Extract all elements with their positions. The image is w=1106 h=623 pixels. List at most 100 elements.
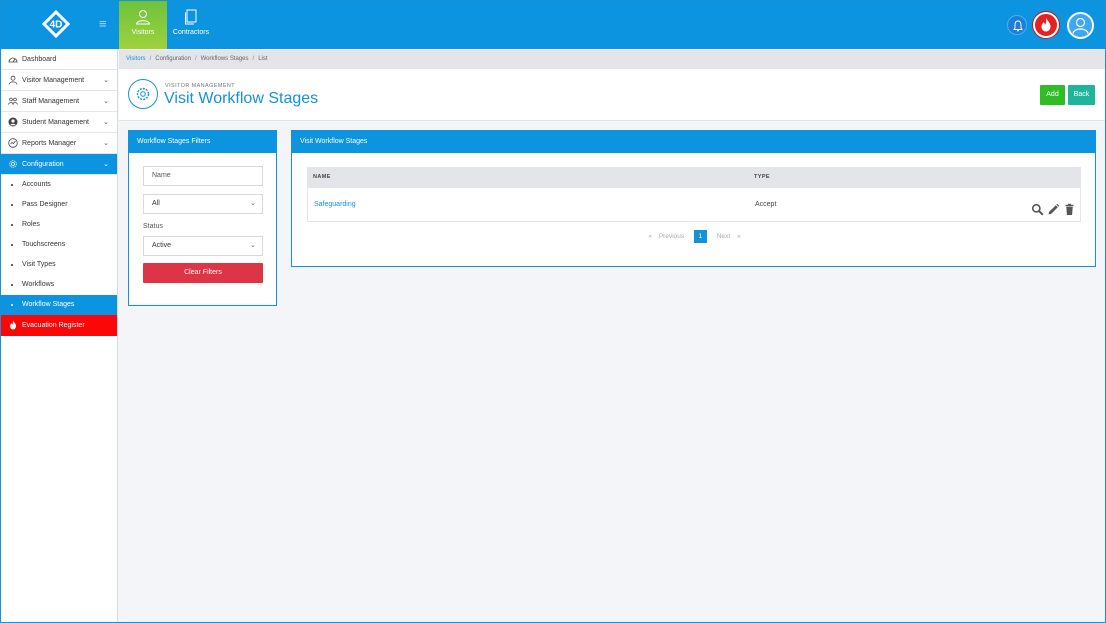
page-title: Visit Workflow Stages: [164, 90, 319, 107]
user-avatar[interactable]: [1067, 12, 1094, 39]
sidebar-item-evacuation-register[interactable]: Evacuation Register: [0, 315, 117, 336]
menu-icon[interactable]: ≡: [99, 17, 111, 30]
breadcrumb-separator: /: [149, 56, 152, 62]
pagination-next[interactable]: Next: [717, 233, 730, 240]
chevron-down-icon: ⌄: [250, 242, 256, 249]
chevron-down-icon: ⌄: [103, 98, 109, 105]
sidebar-item-student-management[interactable]: Student Management ⌄: [0, 112, 117, 133]
notifications-button[interactable]: [1007, 15, 1027, 35]
bullet-icon: [11, 224, 13, 226]
bullet-icon: [11, 304, 13, 306]
fire-icon: [10, 320, 16, 330]
sidebar-subitem-label: Pass Designer: [22, 201, 68, 208]
page-header: VISITOR MANAGEMENT Visit Workflow Stages…: [119, 69, 1105, 121]
workflow-stages-panel-title: Visit Workflow Stages: [292, 131, 1095, 153]
row-name-link[interactable]: Safeguarding: [314, 188, 356, 222]
sidebar-item-label: Dashboard: [22, 56, 57, 63]
breadcrumb-item: Workflows Stages: [200, 56, 249, 62]
back-button[interactable]: Back: [1068, 85, 1095, 105]
sidebar-subitem-workflow-stages[interactable]: Workflow Stages: [0, 295, 117, 315]
tab-label: Visitors: [131, 29, 155, 36]
sidebar-item-visitor-management[interactable]: Visitor Management ⌄: [0, 70, 117, 91]
table-row: Safeguarding Accept: [307, 188, 1081, 222]
pagination-next-glyph: »: [736, 233, 741, 240]
page-subtitle: VISITOR MANAGEMENT: [165, 83, 236, 89]
sidebar-subitem-accounts[interactable]: Accounts: [0, 175, 117, 195]
sidebar-item-label: Visitor Management: [22, 77, 85, 84]
column-header-name[interactable]: NAME: [313, 167, 331, 188]
fire-icon: [1041, 18, 1051, 32]
sidebar-item-staff-management[interactable]: Staff Management ⌄: [0, 91, 117, 112]
tab-label: Contractors: [172, 29, 210, 36]
top-bar: 4D ≡ Visitors Contractors: [0, 0, 1106, 49]
bell-icon: [1013, 20, 1023, 32]
chevron-down-icon: ⌄: [103, 140, 109, 147]
status-filter-select[interactable]: Active ⌄: [143, 236, 263, 256]
dashboard-icon: [8, 57, 18, 63]
chevron-down-icon: ⌄: [103, 119, 109, 126]
status-filter-label: Status: [143, 223, 163, 230]
documents-icon: [185, 9, 197, 25]
tab-visitors[interactable]: Visitors: [119, 0, 167, 49]
name-filter-input[interactable]: Name: [143, 166, 263, 186]
breadcrumb: Visitors / Configuration / Workflows Stages /…: [119, 50, 1105, 69]
sidebar-item-reports-manager[interactable]: Reports Manager ⌄: [0, 133, 117, 154]
name-filter-placeholder: Name: [152, 172, 171, 179]
logo-icon[interactable]: 4D: [40, 8, 72, 40]
page-icon: [128, 79, 158, 109]
filters-panel: Workflow Stages Filters Name All ⌄ Statu…: [128, 130, 277, 306]
breadcrumb-item: List: [258, 56, 268, 62]
logo-text: 4D: [50, 20, 63, 31]
sidebar: Dashboard Visitor Management ⌄ Staff Man…: [0, 49, 118, 623]
bullet-icon: [11, 184, 13, 186]
sidebar-subitem-touchscreens[interactable]: Touchscreens: [0, 235, 117, 255]
chevron-down-icon: ⌄: [103, 77, 109, 84]
sidebar-subitem-workflows[interactable]: Workflows: [0, 275, 117, 295]
edit-button[interactable]: [1047, 198, 1060, 215]
pencil-icon: [1048, 203, 1060, 215]
sidebar-subitem-label: Accounts: [22, 181, 51, 188]
student-icon: [8, 117, 18, 127]
group-icon: [8, 97, 18, 105]
workflow-stages-table: NAME TYPE Safeguarding Accept: [307, 167, 1081, 222]
sidebar-subitem-label: Workflows: [22, 281, 55, 288]
clear-filters-button[interactable]: Clear Filters: [143, 263, 263, 283]
gear-icon: [9, 160, 17, 168]
bullet-icon: [11, 204, 13, 206]
table-header: NAME TYPE: [307, 167, 1081, 188]
chevron-down-icon: ⌄: [103, 161, 109, 168]
pagination-previous[interactable]: Previous: [659, 233, 684, 240]
logo-area: 4D ≡: [0, 0, 118, 49]
breadcrumb-link-visitors[interactable]: Visitors: [126, 56, 146, 62]
trash-icon: [1065, 203, 1074, 215]
sidebar-subitem-roles[interactable]: Roles: [0, 215, 117, 235]
sidebar-item-dashboard[interactable]: Dashboard: [0, 49, 117, 70]
tab-contractors[interactable]: Contractors: [167, 0, 215, 49]
bullet-icon: [11, 284, 13, 286]
user-icon: [1072, 17, 1089, 34]
add-button[interactable]: Add: [1040, 85, 1065, 105]
delete-button[interactable]: [1063, 198, 1076, 215]
pagination-page-current[interactable]: 1: [693, 230, 707, 243]
evacuation-button[interactable]: [1033, 12, 1059, 38]
bullet-icon: [11, 264, 13, 266]
sidebar-subitem-label: Visit Types: [22, 261, 56, 268]
sidebar-subitem-label: Touchscreens: [22, 241, 66, 248]
chevron-down-icon: ⌄: [250, 200, 256, 207]
view-button[interactable]: [1031, 198, 1044, 216]
type-filter-select[interactable]: All ⌄: [143, 194, 263, 214]
column-header-type[interactable]: TYPE: [754, 167, 770, 188]
pagination-prev-glyph: «: [648, 233, 653, 240]
gear-icon: [136, 87, 150, 101]
sidebar-item-label: Student Management: [22, 119, 89, 126]
sidebar-subitem-pass-designer[interactable]: Pass Designer: [0, 195, 117, 215]
row-actions: [1030, 198, 1076, 216]
sidebar-item-configuration[interactable]: Configuration ⌄: [0, 154, 117, 175]
sidebar-item-label: Reports Manager: [22, 140, 77, 147]
sidebar-item-label: Evacuation Register: [22, 322, 85, 329]
row-type: Accept: [755, 201, 777, 208]
breadcrumb-separator: /: [252, 56, 255, 62]
breadcrumb-item: Configuration: [155, 56, 191, 62]
sidebar-subitem-label: Workflow Stages: [22, 301, 75, 308]
sidebar-subitem-visit-types[interactable]: Visit Types: [0, 255, 117, 275]
